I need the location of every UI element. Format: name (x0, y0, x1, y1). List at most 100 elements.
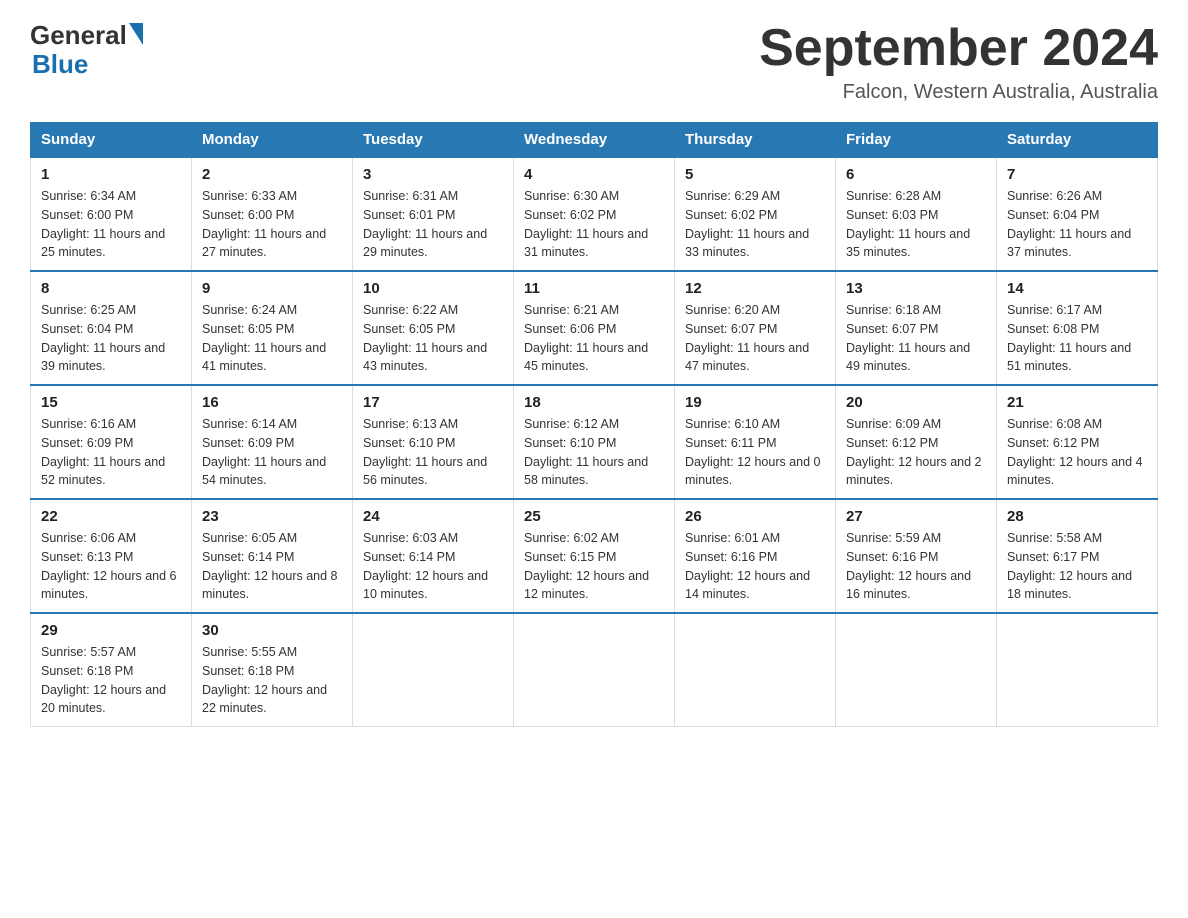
day-number: 25 (524, 508, 664, 525)
day-info: Sunrise: 6:09 AM Sunset: 6:12 PM Dayligh… (846, 415, 986, 490)
calendar-week-row: 1 Sunrise: 6:34 AM Sunset: 6:00 PM Dayli… (31, 157, 1158, 271)
table-row: 7 Sunrise: 6:26 AM Sunset: 6:04 PM Dayli… (997, 157, 1158, 271)
day-info: Sunrise: 6:01 AM Sunset: 6:16 PM Dayligh… (685, 529, 825, 604)
day-info: Sunrise: 5:55 AM Sunset: 6:18 PM Dayligh… (202, 643, 342, 718)
table-row (997, 613, 1158, 727)
table-row: 9 Sunrise: 6:24 AM Sunset: 6:05 PM Dayli… (192, 271, 353, 385)
logo-triangle-icon (129, 23, 143, 45)
day-number: 14 (1007, 280, 1147, 297)
day-info: Sunrise: 5:59 AM Sunset: 6:16 PM Dayligh… (846, 529, 986, 604)
calendar-week-row: 29 Sunrise: 5:57 AM Sunset: 6:18 PM Dayl… (31, 613, 1158, 727)
table-row: 15 Sunrise: 6:16 AM Sunset: 6:09 PM Dayl… (31, 385, 192, 499)
day-number: 11 (524, 280, 664, 297)
day-info: Sunrise: 6:12 AM Sunset: 6:10 PM Dayligh… (524, 415, 664, 490)
day-info: Sunrise: 6:05 AM Sunset: 6:14 PM Dayligh… (202, 529, 342, 604)
day-number: 10 (363, 280, 503, 297)
day-number: 4 (524, 166, 664, 183)
title-block: September 2024 Falcon, Western Australia… (759, 20, 1158, 104)
day-info: Sunrise: 6:21 AM Sunset: 6:06 PM Dayligh… (524, 301, 664, 376)
day-info: Sunrise: 6:13 AM Sunset: 6:10 PM Dayligh… (363, 415, 503, 490)
table-row: 5 Sunrise: 6:29 AM Sunset: 6:02 PM Dayli… (675, 157, 836, 271)
table-row (514, 613, 675, 727)
day-info: Sunrise: 6:24 AM Sunset: 6:05 PM Dayligh… (202, 301, 342, 376)
logo: General Blue (30, 20, 143, 77)
day-number: 29 (41, 622, 181, 639)
day-info: Sunrise: 5:58 AM Sunset: 6:17 PM Dayligh… (1007, 529, 1147, 604)
day-number: 28 (1007, 508, 1147, 525)
day-number: 22 (41, 508, 181, 525)
col-sunday: Sunday (31, 123, 192, 158)
table-row: 21 Sunrise: 6:08 AM Sunset: 6:12 PM Dayl… (997, 385, 1158, 499)
calendar-header-row: Sunday Monday Tuesday Wednesday Thursday… (31, 123, 1158, 158)
day-number: 19 (685, 394, 825, 411)
day-info: Sunrise: 6:17 AM Sunset: 6:08 PM Dayligh… (1007, 301, 1147, 376)
day-number: 16 (202, 394, 342, 411)
day-number: 5 (685, 166, 825, 183)
day-number: 12 (685, 280, 825, 297)
day-info: Sunrise: 6:03 AM Sunset: 6:14 PM Dayligh… (363, 529, 503, 604)
day-number: 7 (1007, 166, 1147, 183)
table-row: 4 Sunrise: 6:30 AM Sunset: 6:02 PM Dayli… (514, 157, 675, 271)
col-monday: Monday (192, 123, 353, 158)
day-number: 17 (363, 394, 503, 411)
table-row: 14 Sunrise: 6:17 AM Sunset: 6:08 PM Dayl… (997, 271, 1158, 385)
table-row: 6 Sunrise: 6:28 AM Sunset: 6:03 PM Dayli… (836, 157, 997, 271)
day-number: 13 (846, 280, 986, 297)
day-number: 1 (41, 166, 181, 183)
table-row: 19 Sunrise: 6:10 AM Sunset: 6:11 PM Dayl… (675, 385, 836, 499)
table-row (836, 613, 997, 727)
day-info: Sunrise: 6:20 AM Sunset: 6:07 PM Dayligh… (685, 301, 825, 376)
page-header: General Blue September 2024 Falcon, West… (30, 20, 1158, 104)
day-info: Sunrise: 6:33 AM Sunset: 6:00 PM Dayligh… (202, 187, 342, 262)
col-saturday: Saturday (997, 123, 1158, 158)
day-number: 9 (202, 280, 342, 297)
calendar-week-row: 8 Sunrise: 6:25 AM Sunset: 6:04 PM Dayli… (31, 271, 1158, 385)
day-number: 30 (202, 622, 342, 639)
day-number: 6 (846, 166, 986, 183)
table-row: 18 Sunrise: 6:12 AM Sunset: 6:10 PM Dayl… (514, 385, 675, 499)
day-number: 2 (202, 166, 342, 183)
col-friday: Friday (836, 123, 997, 158)
day-info: Sunrise: 6:16 AM Sunset: 6:09 PM Dayligh… (41, 415, 181, 490)
day-number: 21 (1007, 394, 1147, 411)
table-row: 8 Sunrise: 6:25 AM Sunset: 6:04 PM Dayli… (31, 271, 192, 385)
table-row: 12 Sunrise: 6:20 AM Sunset: 6:07 PM Dayl… (675, 271, 836, 385)
day-info: Sunrise: 6:08 AM Sunset: 6:12 PM Dayligh… (1007, 415, 1147, 490)
logo-blue-text: Blue (32, 51, 143, 77)
table-row: 11 Sunrise: 6:21 AM Sunset: 6:06 PM Dayl… (514, 271, 675, 385)
day-info: Sunrise: 5:57 AM Sunset: 6:18 PM Dayligh… (41, 643, 181, 718)
table-row: 2 Sunrise: 6:33 AM Sunset: 6:00 PM Dayli… (192, 157, 353, 271)
table-row (353, 613, 514, 727)
col-thursday: Thursday (675, 123, 836, 158)
table-row: 10 Sunrise: 6:22 AM Sunset: 6:05 PM Dayl… (353, 271, 514, 385)
table-row: 28 Sunrise: 5:58 AM Sunset: 6:17 PM Dayl… (997, 499, 1158, 613)
logo-general-text: General (30, 20, 127, 51)
table-row: 17 Sunrise: 6:13 AM Sunset: 6:10 PM Dayl… (353, 385, 514, 499)
day-info: Sunrise: 6:02 AM Sunset: 6:15 PM Dayligh… (524, 529, 664, 604)
table-row: 13 Sunrise: 6:18 AM Sunset: 6:07 PM Dayl… (836, 271, 997, 385)
table-row: 26 Sunrise: 6:01 AM Sunset: 6:16 PM Dayl… (675, 499, 836, 613)
table-row: 1 Sunrise: 6:34 AM Sunset: 6:00 PM Dayli… (31, 157, 192, 271)
table-row: 20 Sunrise: 6:09 AM Sunset: 6:12 PM Dayl… (836, 385, 997, 499)
day-number: 8 (41, 280, 181, 297)
calendar-week-row: 22 Sunrise: 6:06 AM Sunset: 6:13 PM Dayl… (31, 499, 1158, 613)
day-info: Sunrise: 6:34 AM Sunset: 6:00 PM Dayligh… (41, 187, 181, 262)
day-info: Sunrise: 6:31 AM Sunset: 6:01 PM Dayligh… (363, 187, 503, 262)
calendar-title: September 2024 (759, 20, 1158, 77)
day-info: Sunrise: 6:25 AM Sunset: 6:04 PM Dayligh… (41, 301, 181, 376)
day-number: 26 (685, 508, 825, 525)
calendar-table: Sunday Monday Tuesday Wednesday Thursday… (30, 122, 1158, 727)
table-row: 23 Sunrise: 6:05 AM Sunset: 6:14 PM Dayl… (192, 499, 353, 613)
calendar-week-row: 15 Sunrise: 6:16 AM Sunset: 6:09 PM Dayl… (31, 385, 1158, 499)
table-row: 25 Sunrise: 6:02 AM Sunset: 6:15 PM Dayl… (514, 499, 675, 613)
table-row: 30 Sunrise: 5:55 AM Sunset: 6:18 PM Dayl… (192, 613, 353, 727)
day-info: Sunrise: 6:30 AM Sunset: 6:02 PM Dayligh… (524, 187, 664, 262)
day-number: 20 (846, 394, 986, 411)
calendar-location: Falcon, Western Australia, Australia (759, 81, 1158, 104)
table-row: 16 Sunrise: 6:14 AM Sunset: 6:09 PM Dayl… (192, 385, 353, 499)
day-number: 3 (363, 166, 503, 183)
col-tuesday: Tuesday (353, 123, 514, 158)
day-info: Sunrise: 6:10 AM Sunset: 6:11 PM Dayligh… (685, 415, 825, 490)
table-row: 3 Sunrise: 6:31 AM Sunset: 6:01 PM Dayli… (353, 157, 514, 271)
day-number: 24 (363, 508, 503, 525)
